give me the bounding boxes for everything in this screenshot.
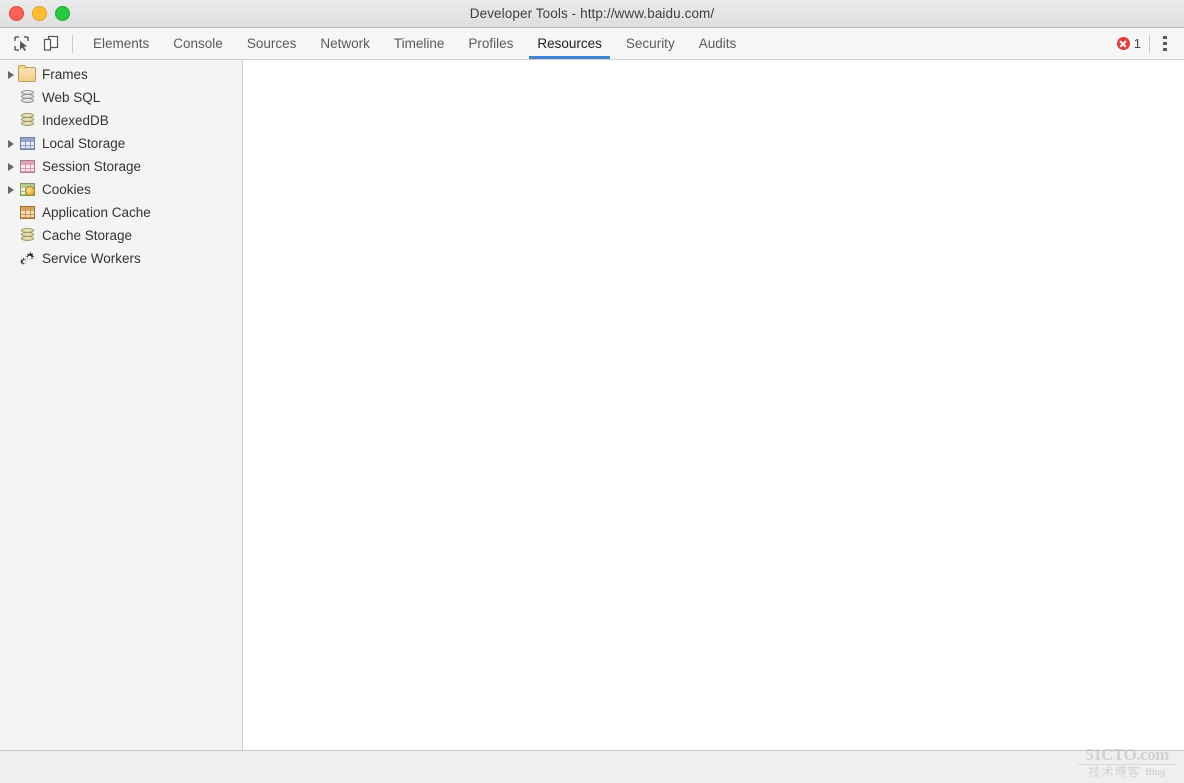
tab-elements[interactable]: Elements [81, 28, 161, 59]
sidebar-item-local-storage[interactable]: Local Storage [0, 132, 242, 155]
sidebar-item-indexeddb-label: IndexedDB [42, 112, 109, 128]
tab-security-label: Security [625, 36, 675, 51]
cookie-icon [24, 186, 35, 196]
panel-tabs: Elements Console Sources Network Timelin… [81, 28, 1117, 59]
more-vertical-icon-dot [1163, 35, 1167, 40]
watermark-subtitle: 技术博客 Blog [1078, 765, 1176, 779]
table-orange-icon [18, 204, 36, 222]
sidebar-item-cookies[interactable]: Cookies [0, 178, 242, 201]
chevron-right-icon[interactable] [4, 178, 18, 201]
traffic-lights [9, 0, 70, 27]
tab-audits[interactable]: Audits [687, 28, 749, 59]
tab-profiles-label: Profiles [468, 36, 514, 51]
tab-profiles[interactable]: Profiles [456, 28, 525, 59]
more-vertical-icon-dot [1163, 47, 1167, 52]
tab-network-label: Network [320, 36, 370, 51]
close-button[interactable] [9, 6, 24, 21]
toolbar-right-divider [1149, 34, 1150, 53]
chevron-right-icon[interactable] [4, 155, 18, 178]
error-count-label: 1 [1133, 36, 1141, 51]
sidebar-item-cookies-label: Cookies [42, 181, 91, 197]
device-toolbar-button[interactable] [37, 31, 63, 57]
tab-sources-label: Sources [246, 36, 297, 51]
tab-resources[interactable]: Resources [525, 28, 614, 59]
error-badge[interactable]: 1 [1116, 36, 1149, 51]
folder-icon [18, 65, 36, 84]
sidebar-item-web-sql[interactable]: Web SQL [0, 86, 242, 109]
tab-elements-label: Elements [93, 36, 150, 51]
sidebar-item-web-sql-label: Web SQL [42, 89, 101, 105]
tab-audits-label: Audits [698, 36, 737, 51]
toolbar-right-controls: 1 [1116, 28, 1184, 59]
watermark-site: 51CTO.com [1078, 746, 1176, 765]
tab-resources-label: Resources [537, 36, 602, 51]
resources-sidebar-tree: Frames Web SQL IndexedDB Local Storage S… [0, 60, 243, 750]
sidebar-item-application-cache-label: Application Cache [42, 204, 151, 220]
sidebar-item-application-cache[interactable]: Application Cache [0, 201, 242, 224]
title-bar: Developer Tools - http://www.baidu.com/ [0, 0, 1184, 28]
database-gray-icon [18, 89, 36, 107]
status-bar [0, 750, 1184, 783]
sidebar-item-indexeddb[interactable]: IndexedDB [0, 109, 242, 132]
tab-timeline-label: Timeline [393, 36, 445, 51]
devtools-window: Developer Tools - http://www.baidu.com/ [0, 0, 1184, 783]
chevron-right-icon[interactable] [4, 63, 18, 86]
tab-sources[interactable]: Sources [235, 28, 309, 59]
tab-console-label: Console [173, 36, 223, 51]
minimize-button[interactable] [32, 6, 47, 21]
sidebar-item-frames[interactable]: Frames [0, 63, 242, 86]
cookie-table-icon [18, 181, 36, 199]
more-options-button[interactable] [1154, 31, 1176, 57]
sidebar-item-cache-storage[interactable]: Cache Storage [0, 224, 242, 247]
sidebar-item-frames-label: Frames [42, 66, 88, 82]
toolbar-divider [72, 34, 73, 53]
gears-icon [18, 250, 36, 268]
tab-security[interactable]: Security [614, 28, 687, 59]
sidebar-item-service-workers-label: Service Workers [42, 250, 141, 266]
device-toolbar-icon [43, 35, 58, 51]
more-vertical-icon-dot [1163, 41, 1167, 46]
tab-console[interactable]: Console [161, 28, 235, 59]
tab-network[interactable]: Network [308, 28, 382, 59]
sidebar-item-cache-storage-label: Cache Storage [42, 227, 133, 243]
database-olive-icon [18, 112, 36, 130]
maximize-button[interactable] [55, 6, 70, 21]
table-pink-icon [18, 158, 36, 176]
tab-timeline[interactable]: Timeline [382, 28, 457, 59]
toolbar-left-controls [0, 28, 81, 59]
devtools-body: Frames Web SQL IndexedDB Local Storage S… [0, 60, 1184, 750]
inspect-element-icon [13, 36, 29, 51]
table-blue-icon [18, 135, 36, 153]
database-olive-icon [18, 227, 36, 245]
sidebar-item-session-storage[interactable]: Session Storage [0, 155, 242, 178]
sidebar-item-session-storage-label: Session Storage [42, 158, 142, 174]
sidebar-item-service-workers[interactable]: Service Workers [0, 247, 242, 270]
watermark: 51CTO.com 技术博客 Blog [1078, 746, 1176, 779]
inspect-element-button[interactable] [8, 31, 34, 57]
devtools-toolbar: Elements Console Sources Network Timelin… [0, 28, 1184, 60]
error-circle-icon [1116, 37, 1130, 50]
window-title: Developer Tools - http://www.baidu.com/ [469, 6, 715, 21]
resources-content-panel[interactable] [243, 60, 1184, 750]
sidebar-item-local-storage-label: Local Storage [42, 135, 126, 151]
chevron-right-icon[interactable] [4, 132, 18, 155]
watermark-blog-label: Blog [1145, 767, 1166, 777]
watermark-tagline: 技术博客 [1088, 765, 1141, 779]
